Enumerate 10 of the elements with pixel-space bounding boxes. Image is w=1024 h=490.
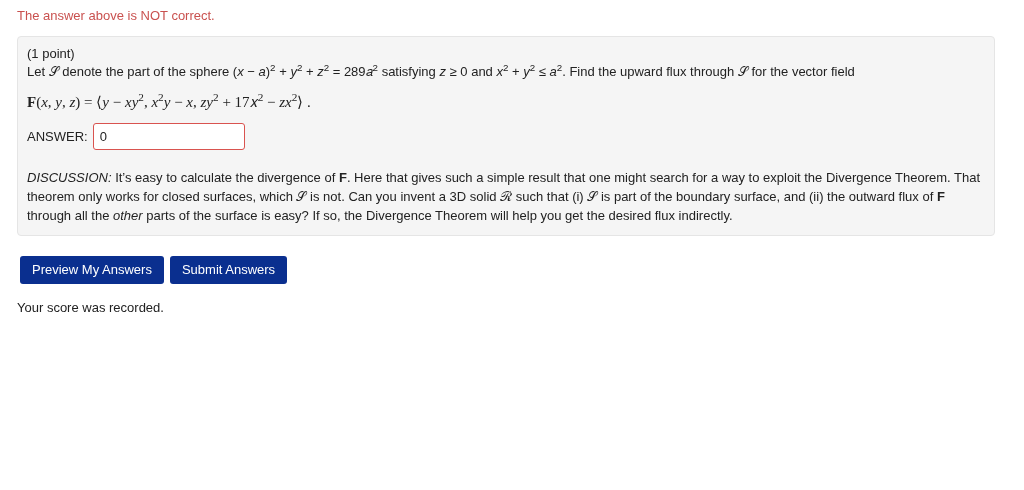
status-message: Your score was recorded. [17, 299, 165, 317]
problem-statement: Let 𝒮 denote the part of the sphere (x − a)$^{2}$ + y$^{2}$ + z$^{2}$ = 289𝑎$^{2}$ satisfying z ≥ 0 and x$^{2}$ + y$^{2}$ ≤ a$^{2}$. Find the upward flux through 𝒮 for the vector field [27, 61, 856, 81]
answer-field[interactable]: 0 [92, 123, 245, 150]
vector-field-formula: F(x, y, z) = ⟨y − xy$^{2}$, x$^{2}$y − x, zy$^{2}$ + 17𝑥$^{2}$ − zx$^{2}$⟩ . [27, 90, 312, 112]
feedback-message: The answer above is NOT correct. [17, 7, 216, 25]
action-button[interactable]: Preview My Answers [20, 256, 164, 284]
action-button[interactable]: Submit Answers [169, 256, 288, 284]
discussion-paragraph: DISCUSSION: It’s easy to calculate the divergence of F. Here that gives such a simple result that one might search for a way to exploit the Divergence Theorem. That theorem only works for closed surfaces, which 𝒮 is not. Can you invent a 3D solid ℛ such that (i) 𝒮 is part of the boundary surface, and (ii) the outward flux of F through all the other parts of the surface is easy? If so, the Divergence Theorem will help you get the desired flux indirectly. [27, 169, 982, 225]
points-label: (1 point) [27, 44, 76, 62]
answer-label: ANSWER: [27, 127, 88, 146]
